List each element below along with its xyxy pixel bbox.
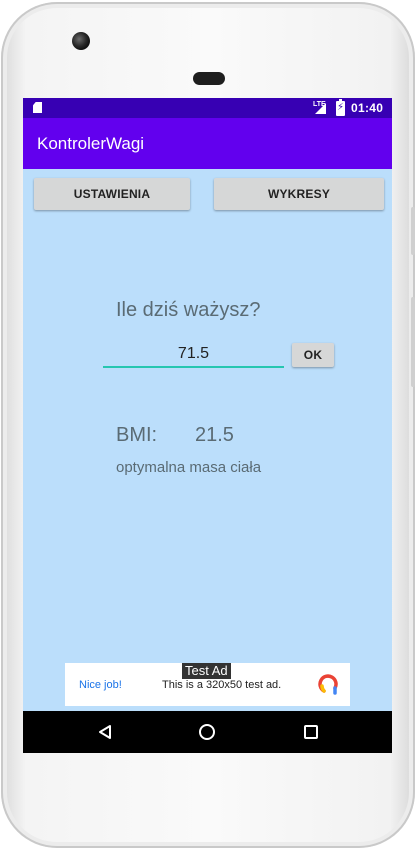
status-time: 01:40: [351, 101, 384, 115]
status-bar: LTE ⚡ 01:40: [23, 98, 392, 118]
earpiece-speaker: [193, 72, 225, 85]
charging-bolt-icon: ⚡: [337, 102, 345, 113]
ad-logo-icon: [318, 674, 338, 695]
settings-button[interactable]: USTAWIENIA: [34, 178, 190, 210]
weight-question: Ile dziś ważysz?: [116, 299, 261, 321]
bmi-value: 21.5: [195, 424, 234, 446]
app-bar: KontrolerWagi: [23, 118, 392, 169]
network-type: LTE: [313, 101, 326, 108]
ad-body-text: This is a 320x50 test ad.: [162, 679, 282, 691]
back-icon[interactable]: [97, 724, 113, 740]
app-title: KontrolerWagi: [37, 134, 145, 153]
weight-input[interactable]: [103, 342, 284, 368]
ad-tag: Test Ad: [182, 663, 231, 679]
bmi-description: optymalna masa ciała: [116, 459, 262, 476]
front-camera: [72, 32, 90, 50]
volume-button: [411, 297, 415, 387]
screen: LTE ⚡ 01:40 KontrolerWagi USTAWIENIA WYK…: [23, 98, 392, 753]
power-button: [411, 207, 415, 255]
recents-icon[interactable]: [304, 725, 318, 739]
bmi-label: BMI:: [116, 424, 158, 446]
ad-nice-text: Nice job!: [79, 679, 122, 691]
home-icon[interactable]: [199, 724, 215, 740]
navigation-bar: [23, 711, 392, 753]
ok-button[interactable]: OK: [292, 343, 334, 367]
sd-card-icon: [33, 102, 42, 113]
phone-frame: LTE ⚡ 01:40 KontrolerWagi USTAWIENIA WYK…: [1, 2, 415, 848]
charts-button[interactable]: WYKRESY: [214, 178, 384, 210]
